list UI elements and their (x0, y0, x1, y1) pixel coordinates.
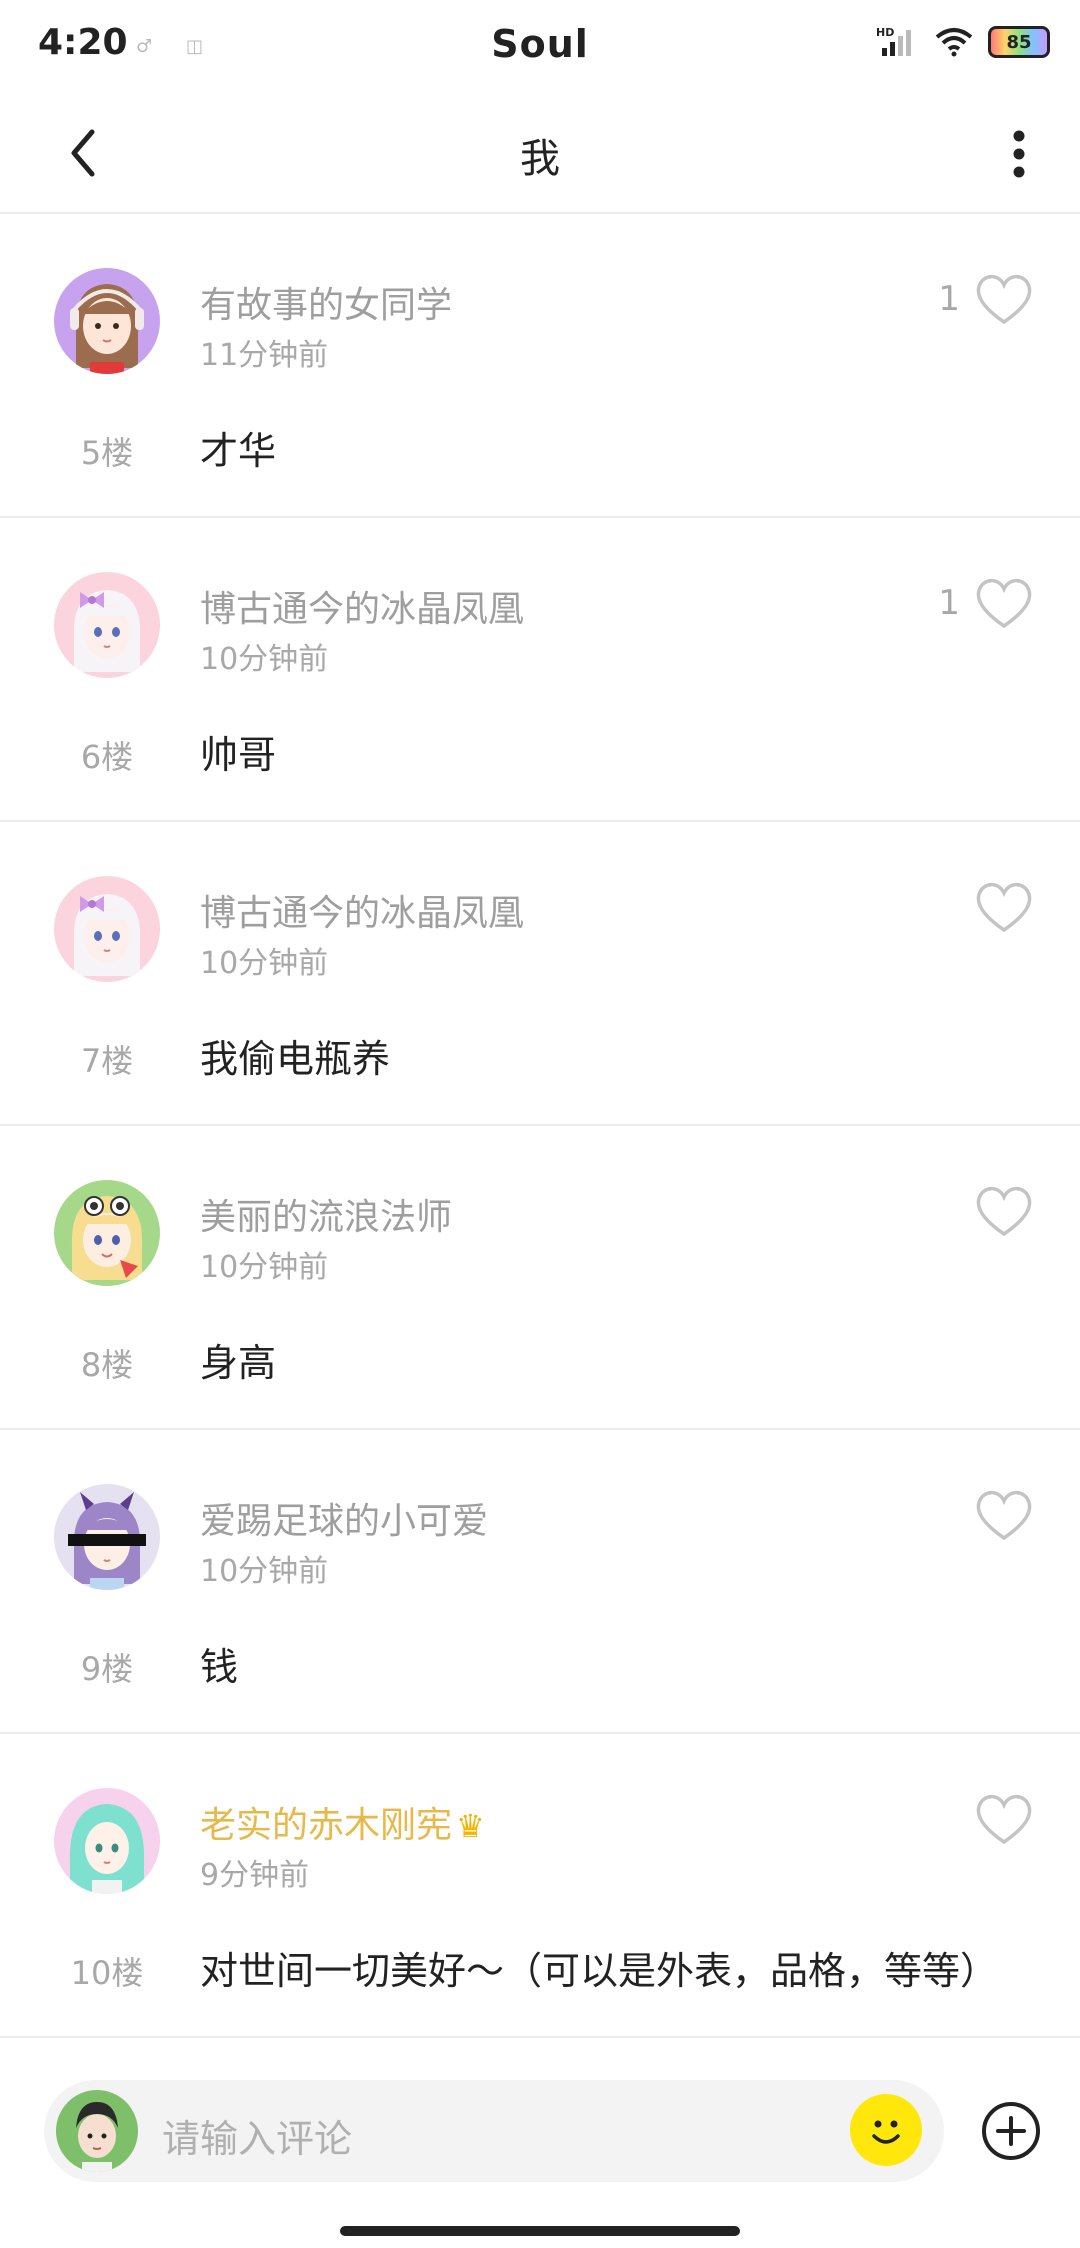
heart-icon (976, 578, 1032, 629)
header: 我 (0, 96, 1080, 214)
heart-icon (976, 882, 1032, 933)
heart-icon (976, 274, 1032, 325)
comment-username[interactable]: 美丽的流浪法师 (200, 1188, 452, 1240)
comment-content: 身高 (200, 1341, 277, 1385)
like-button[interactable]: 1 (938, 272, 1034, 326)
heart-icon (976, 1490, 1032, 1541)
comment-username-text: 老实的赤木刚宪 (200, 1805, 453, 1846)
comment-time: 10分钟前 (200, 946, 329, 981)
floor-number: 5楼 (80, 434, 134, 472)
comment-content: 才华 (200, 429, 277, 473)
add-button[interactable] (980, 2100, 1042, 2162)
avatar[interactable] (54, 1788, 160, 1894)
battery-indicator: 85 (988, 26, 1050, 58)
floor-number: 6楼 (80, 738, 134, 776)
comment-username[interactable]: 爱踢足球的小可爱 (200, 1492, 488, 1544)
avatar[interactable] (54, 1484, 160, 1590)
avatar[interactable] (54, 268, 160, 374)
comment-input-bar[interactable]: 请输入评论 (44, 2080, 944, 2182)
comment-item[interactable]: 爱踢足球的小可爱 10分钟前 9楼 钱 (0, 1430, 1080, 1734)
like-button[interactable] (960, 1488, 1034, 1542)
avatar[interactable] (54, 1180, 160, 1286)
comment-item[interactable]: 美丽的流浪法师 10分钟前 8楼 身高 (0, 1126, 1080, 1430)
comment-content: 对世间一切美好～（可以是外表，品格，等等） (200, 1949, 999, 1993)
smiley-icon (872, 2120, 900, 2144)
like-count: 1 (938, 583, 960, 623)
comment-item[interactable]: 博古通今的冰晶凤凰 10分钟前 1 6楼 帅哥 (0, 518, 1080, 822)
avatar[interactable] (54, 876, 160, 982)
comment-time: 11分钟前 (200, 338, 329, 373)
comment-input[interactable]: 请输入评论 (162, 2108, 352, 2163)
svg-text:HD: HD (876, 26, 894, 39)
comment-item[interactable]: 博古通今的冰晶凤凰 10分钟前 7楼 我偷电瓶养 (0, 822, 1080, 1126)
heart-icon (976, 1186, 1032, 1237)
signal-icon: HD (876, 26, 911, 56)
comment-time: 10分钟前 (200, 642, 329, 677)
like-button[interactable]: 1 (938, 576, 1034, 630)
comment-username[interactable]: 博古通今的冰晶凤凰 (200, 580, 524, 632)
emoji-button[interactable] (850, 2094, 922, 2166)
heart-icon (976, 1794, 1032, 1845)
floor-number: 7楼 (80, 1042, 134, 1080)
comment-item[interactable]: 有故事的女同学 11分钟前 1 5楼 才华 (0, 214, 1080, 518)
more-options-button[interactable] (994, 122, 1044, 186)
comment-content: 钱 (200, 1645, 239, 1689)
status-bar: 4:20 ♂ ◫ Soul HD 85 (0, 0, 1080, 96)
comment-username[interactable]: 有故事的女同学 (200, 276, 452, 328)
like-count: 1 (938, 279, 960, 319)
status-icons: HD 85 (876, 26, 1050, 58)
floor-number: 8楼 (80, 1346, 134, 1384)
comment-content: 我偷电瓶养 (200, 1037, 391, 1081)
comment-username[interactable]: 博古通今的冰晶凤凰 (200, 884, 524, 936)
floor-number: 9楼 (80, 1650, 134, 1688)
like-button[interactable] (960, 1184, 1034, 1238)
my-avatar[interactable] (56, 2090, 138, 2172)
floor-number: 10楼 (70, 1954, 144, 1992)
comment-time: 10分钟前 (200, 1554, 329, 1589)
comment-list: 有故事的女同学 11分钟前 1 5楼 才华 博古通今的冰晶凤凰 10分钟前 1 … (0, 214, 1080, 2038)
comment-time: 10分钟前 (200, 1250, 329, 1285)
home-indicator[interactable] (340, 2226, 740, 2236)
wifi-icon (935, 28, 973, 57)
crown-icon: ♛ (456, 1807, 485, 1845)
like-button[interactable] (960, 880, 1034, 934)
comment-username[interactable]: 老实的赤木刚宪 ♛ (200, 1796, 485, 1848)
like-button[interactable] (960, 1792, 1034, 1846)
avatar[interactable] (54, 572, 160, 678)
comment-content: 帅哥 (200, 733, 277, 777)
comment-item[interactable]: 老实的赤木刚宪 ♛ 9分钟前 10楼 对世间一切美好～（可以是外表，品格，等等） (0, 1734, 1080, 2038)
comment-time: 9分钟前 (200, 1858, 310, 1893)
page-title: 我 (520, 136, 560, 182)
